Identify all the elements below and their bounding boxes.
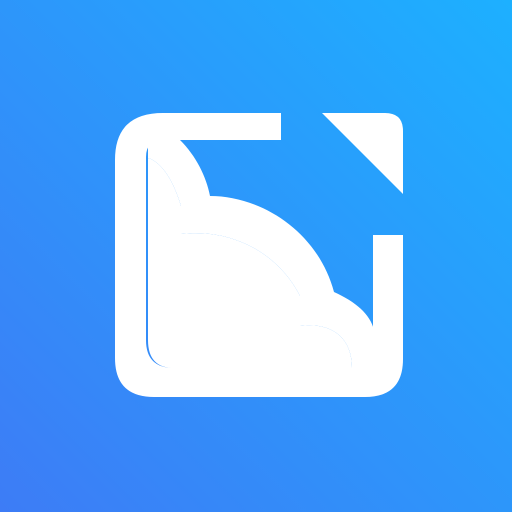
app-icon (0, 0, 512, 512)
app-icon-canvas (0, 0, 512, 512)
